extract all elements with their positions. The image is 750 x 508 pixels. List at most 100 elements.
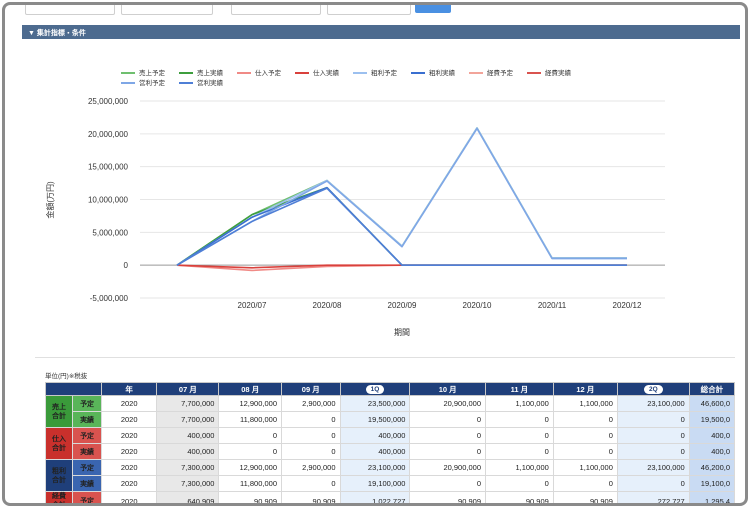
x-tick-label: 2020/10 [463,301,492,310]
table-cell: 0 [218,427,282,444]
table-row: 実績 2020 7,700,000 11,800,000 0 19,500,000 0 0 0 0… [46,411,736,428]
table-cell: 272,727 [616,491,690,503]
table-cell: 19,100,000 [339,475,411,492]
table-cell: 0 [281,443,341,460]
y-axis-label: 金額(万円) [45,181,55,219]
quarter-pill[interactable]: 2Q [643,385,663,394]
table-row: 経費 合計 予定 2020 640,909 90,909 90,909 1,022,727 90… [44,491,736,503]
table-cell: 400,000 [339,443,411,460]
table-cell: 400,000 [339,427,411,444]
column-header: 12 月 [552,382,618,396]
column-header: 09 月 [281,382,341,396]
subcategory-cell: 予定 [72,427,103,444]
table-cell: 2020 [101,459,158,476]
subcategory-cell: 予定 [72,459,103,476]
subcategory-cell: 予定 [72,395,103,412]
table-cell: 1,100,000 [485,395,554,412]
y-tick-label: 10,000,000 [88,196,129,205]
y-tick-label: 0 [124,261,129,270]
y-tick-label: 5,000,000 [92,228,128,237]
x-tick-label: 2020/07 [238,301,267,310]
table-cell: 0 [281,427,341,444]
column-header: 総合計 [688,382,736,396]
subcategory-cell: 実績 [72,475,103,492]
table-cell: 23,100,000 [616,459,690,476]
column-header: 1Q [339,382,411,396]
column-header: 07 月 [156,382,220,396]
table-cell: 20,900,000 [409,459,486,476]
table-cell: 2,900,000 [281,459,341,476]
summary-table: 年 07 月 08 月 09 月 1Q 10 月 11 月 12 月 2Q 総合計 売上 合計 予定 2… [44,382,736,503]
table-cell: 1,022,727 [339,491,411,503]
table-cell: 90,909 [552,491,618,503]
column-header: 2Q [616,382,690,396]
table-cell: 2020 [101,491,158,503]
table-cell: 1,100,000 [552,459,618,476]
table-row: 実績 2020 400,000 0 0 400,000 0 0 0 0 400,0 [46,443,736,460]
unit-label: 単位(円)※税抜 [45,373,88,380]
summary-table-section: 単位(円)※税抜 年 07 月 08 月 09 月 1Q 10 月 11 月 12 月 2Q 総合… [35,357,736,503]
table-cell: 2020 [101,395,158,412]
table-cell: 0 [616,427,690,444]
y-tick-label: 25,000,000 [88,97,129,106]
table-cell: 11,800,000 [218,475,282,492]
table-cell: 400,000 [156,443,220,460]
x-tick-label: 2020/09 [388,301,417,310]
category-cell: 粗利 合計 [44,459,74,492]
table-cell: 400,0 [688,443,736,460]
table-cell: 90,909 [485,491,554,503]
table-cell: 1,295,4 [688,491,736,503]
x-tick-label: 2020/12 [613,301,642,310]
table-cell: 0 [552,427,618,444]
app-frame: ▼ 集計指標・条件 売上予定 売上実績 仕入予定 仕入実績 粗利予定 粗利実績 経費予定 経費… [2,2,748,506]
table-header-row: 年 07 月 08 月 09 月 1Q 10 月 11 月 12 月 2Q 総合計 [44,382,736,396]
table-cell: 1,100,000 [485,459,554,476]
table-cell: 0 [409,443,486,460]
table-row: 実績 2020 7,300,000 11,800,000 0 19,100,000 0 0 0 0… [46,475,736,492]
subcategory-cell: 実績 [72,443,103,460]
table-cell: 7,300,000 [156,475,220,492]
table-cell: 2020 [101,443,158,460]
table-cell: 0 [218,443,282,460]
table-cell: 0 [485,443,554,460]
table-cell: 0 [409,427,486,444]
y-tick-label: 20,000,000 [88,130,129,139]
table-cell: 400,000 [156,427,220,444]
table-cell: 2020 [101,427,158,444]
table-row: 売上 合計 予定 2020 7,700,000 12,900,000 2,900,000 23… [44,395,736,428]
table-cell: 46,200,0 [688,459,736,476]
table-cell: 12,900,000 [218,459,282,476]
table-cell: 46,600,0 [688,395,736,412]
table-cell: 19,500,0 [688,411,736,428]
header-corner [44,382,103,396]
table-cell: 640,909 [156,491,220,503]
category-cell: 経費 合計 [44,491,74,503]
table-cell: 19,500,000 [339,411,411,428]
table-cell: 12,900,000 [218,395,282,412]
x-tick-label: 2020/08 [313,301,342,310]
category-cell: 仕入 合計 [44,427,74,460]
column-header: 年 [101,382,158,396]
table-cell: 0 [616,443,690,460]
subcategory-cell: 実績 [72,411,103,428]
table-cell: 0 [409,475,486,492]
table-cell: 0 [552,475,618,492]
table-cell: 0 [281,475,341,492]
table-cell: 0 [409,411,486,428]
column-header: 10 月 [409,382,486,396]
table-cell: 2020 [101,475,158,492]
table-cell: 2020 [101,411,158,428]
table-cell: 0 [616,411,690,428]
table-cell: 23,100,000 [339,459,411,476]
x-tick-label: 2020/11 [538,301,567,310]
x-axis-label: 期間 [394,328,410,337]
table-cell: 0 [485,411,554,428]
table-cell: 90,909 [218,491,282,503]
quarter-pill[interactable]: 1Q [365,385,385,394]
series-line [176,127,627,266]
table-cell: 7,300,000 [156,459,220,476]
table-cell: 0 [485,427,554,444]
table-cell: 20,900,000 [409,395,486,412]
table-cell: 23,500,000 [339,395,411,412]
table-cell: 7,700,000 [156,411,220,428]
